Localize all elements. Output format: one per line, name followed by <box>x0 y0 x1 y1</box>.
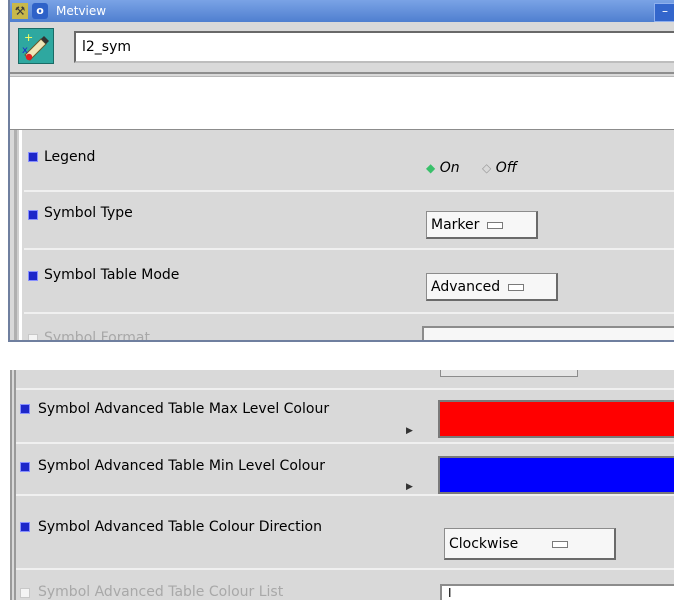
colour-direction-option-menu[interactable]: Clockwise <box>444 528 616 560</box>
window-titlebar[interactable]: ⚒ o Metview – <box>10 0 674 22</box>
radio-off[interactable]: ◇ Off <box>482 160 517 176</box>
metview-app-icon: + x <box>18 28 54 64</box>
tools-icon[interactable]: ⚒ <box>12 3 28 19</box>
editor-window-bottom: Symbol Advanced Table Max Level Colour ▶… <box>10 370 674 600</box>
param-enabled-toggle[interactable] <box>20 522 30 532</box>
param-label: Symbol Format <box>44 330 150 342</box>
param-row-symbol-format: Symbol Format <box>24 314 674 340</box>
option-menu-indicator-icon <box>487 221 504 229</box>
param-label: Symbol Advanced Table Colour Direction <box>38 519 322 535</box>
param-enabled-toggle[interactable] <box>20 462 30 472</box>
colour-list-input[interactable]: I <box>440 584 674 600</box>
frame-edge <box>14 130 22 340</box>
param-label: Symbol Advanced Table Max Level Colour <box>38 401 330 417</box>
editor-window-top: ⚒ o Metview – + x l2_sym Legend ◆ On ◇ O… <box>8 0 674 342</box>
param-label: Symbol Table Mode <box>44 267 180 283</box>
param-label: Symbol Advanced Table Min Level Colour <box>38 458 325 474</box>
svg-text:x: x <box>22 45 28 56</box>
param-label: Symbol Advanced Table Colour List <box>38 584 284 600</box>
max-level-colour-swatch[interactable] <box>438 400 674 438</box>
param-row-colour-direction: Symbol Advanced Table Colour Direction C… <box>16 496 674 570</box>
param-enabled-toggle[interactable] <box>28 152 38 162</box>
radio-on[interactable]: ◆ On <box>426 160 460 176</box>
symbol-format-field[interactable] <box>422 326 674 340</box>
cut-option-button[interactable] <box>440 370 578 377</box>
symbol-table-mode-option-menu[interactable]: Advanced <box>426 273 558 301</box>
radio-off-label: Off <box>495 160 517 176</box>
option-menu-indicator-icon <box>552 540 569 548</box>
min-level-colour-swatch[interactable] <box>438 456 674 494</box>
param-row-legend: Legend ◆ On ◇ Off <box>24 132 674 192</box>
radio-off-icon: ◇ <box>482 161 492 175</box>
option-value: Clockwise <box>449 536 519 552</box>
radio-on-label: On <box>439 160 460 176</box>
param-row-min-level-colour: Symbol Advanced Table Min Level Colour ▶ <box>16 444 674 496</box>
icon-row: + x l2_sym <box>10 26 674 70</box>
icon-name-input[interactable]: l2_sym <box>74 31 674 63</box>
option-menu-indicator-icon <box>508 283 525 291</box>
param-enabled-toggle[interactable] <box>20 404 30 414</box>
minimize-button[interactable]: – <box>654 3 674 22</box>
svg-text:+: + <box>24 31 33 44</box>
param-row-colour-list: Symbol Advanced Table Colour List I <box>16 570 674 600</box>
param-row-symbol-type: Symbol Type Marker <box>24 192 674 250</box>
param-enabled-toggle[interactable] <box>28 334 38 340</box>
radio-on-icon: ◆ <box>426 161 436 175</box>
separator <box>10 72 674 74</box>
param-enabled-toggle[interactable] <box>28 210 38 220</box>
param-row-symbol-table-mode: Symbol Table Mode Advanced <box>24 250 674 314</box>
param-enabled-toggle[interactable] <box>28 271 38 281</box>
window-menu-icon[interactable]: o <box>32 3 48 19</box>
window-title: Metview <box>56 4 107 18</box>
symbol-type-option-menu[interactable]: Marker <box>426 211 538 239</box>
param-enabled-toggle[interactable] <box>20 588 30 598</box>
param-label: Legend <box>44 149 96 165</box>
expand-arrow-icon[interactable]: ▶ <box>406 426 413 436</box>
previous-row-fragment <box>16 370 674 390</box>
expand-arrow-icon[interactable]: ▶ <box>406 482 413 492</box>
param-label: Symbol Type <box>44 205 133 221</box>
option-value: Marker <box>431 217 480 233</box>
empty-toolbar-area <box>10 76 674 130</box>
option-value: Advanced <box>431 279 501 295</box>
param-row-max-level-colour: Symbol Advanced Table Max Level Colour ▶ <box>16 392 674 444</box>
